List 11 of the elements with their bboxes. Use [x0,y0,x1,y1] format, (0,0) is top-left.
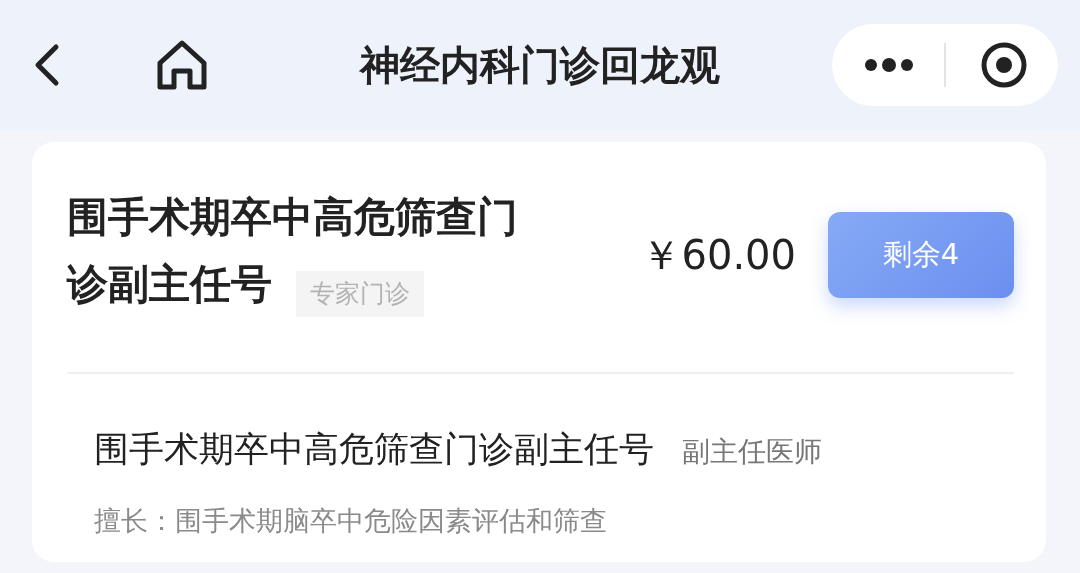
price: ￥60.00 [641,230,796,280]
specialty-text: 擅长：围手术期脑卒中危险因素评估和筛查 [94,504,608,538]
doctor-rank: 副主任医师 [682,434,822,470]
more-icon[interactable] [864,57,914,73]
clinic-title: 围手术期卒中高危筛查门 [67,193,518,241]
close-target-icon[interactable] [979,40,1029,90]
page-title: 神经内科门诊回龙观 [360,40,720,90]
clinic-title: 诊副主任号 [67,260,272,308]
doctor-name: 围手术期卒中高危筛查门诊副主任号 [94,428,654,471]
remaining-button[interactable]: 剩余4 [828,212,1014,298]
clinic-tag: 专家门诊 [296,270,424,317]
